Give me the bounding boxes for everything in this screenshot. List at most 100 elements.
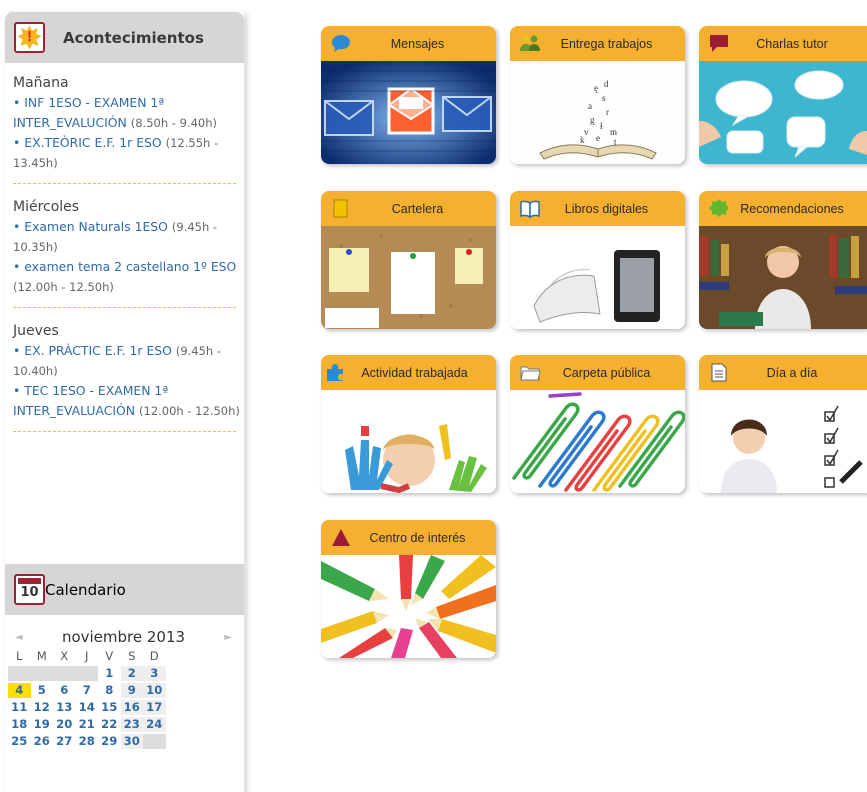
calendar-day[interactable]: 26 xyxy=(31,734,54,749)
calendar-day[interactable]: 14 xyxy=(76,700,99,715)
prev-month-icon[interactable]: ◄ xyxy=(15,632,23,643)
calendar-day[interactable]: 22 xyxy=(98,717,121,732)
tile-actividad-trabajada[interactable]: Actividad trabajada xyxy=(321,355,496,493)
calendar-day[interactable]: 8 xyxy=(98,683,121,698)
event-item[interactable]: • TEC 1ESO - EXAMEN 1ª INTER_EVALUACIÓN … xyxy=(13,381,244,421)
tile-cartelera[interactable]: Cartelera xyxy=(321,191,496,329)
tile-libros-digitales[interactable]: Libros digitales xyxy=(510,191,685,329)
alert-burst-icon: ! xyxy=(17,25,42,50)
svg-text:d: d xyxy=(604,79,609,89)
event-group: Mañana • INF 1ESO - EXAMEN 1ª INTER_EVAL… xyxy=(13,75,244,173)
tile-header: Día a día xyxy=(699,355,867,390)
calendar-day[interactable]: 7 xyxy=(76,683,99,698)
svg-text:m: m xyxy=(610,127,617,137)
tile-carpeta-publica[interactable]: Carpeta pública xyxy=(510,355,685,493)
event-item[interactable]: • Examen Naturals 1ESO (9.45h - 10.35h) xyxy=(13,217,244,257)
event-item[interactable]: • INF 1ESO - EXAMEN 1ª INTER_EVALUCIÓN (… xyxy=(13,93,244,133)
calendar-day[interactable]: 25 xyxy=(8,734,31,749)
events-list: Mañana • INF 1ESO - EXAMEN 1ª INTER_EVAL… xyxy=(5,63,244,432)
tile-header: Cartelera xyxy=(321,191,496,226)
event-title-link[interactable]: • EX.TEÒRIC E.F. 1r ESO xyxy=(13,135,162,150)
calendar-day[interactable]: 21 xyxy=(76,717,99,732)
tile-centro-de-interes[interactable]: Centro de interés xyxy=(321,520,496,658)
event-title-link[interactable]: • Examen Naturals 1ESO xyxy=(13,219,168,234)
weekday-label: J xyxy=(85,649,89,663)
calendar-day[interactable]: 24 xyxy=(143,717,166,732)
calendar-day[interactable]: 18 xyxy=(8,717,31,732)
event-item[interactable]: • EX. PRÀCTIC E.F. 1r ESO (9.45h - 10.40… xyxy=(13,341,244,381)
calendar-title: Calendario xyxy=(45,580,126,599)
calendar-empty-cell xyxy=(75,666,98,681)
tile-header: Carpeta pública xyxy=(510,355,685,390)
weekday-label: V xyxy=(105,649,114,663)
calendar-day[interactable]: 28 xyxy=(76,734,99,749)
event-title-link[interactable]: • EX. PRÀCTIC E.F. 1r ESO xyxy=(13,343,172,358)
svg-text:v: v xyxy=(584,127,589,137)
event-time: (8.50h - 9.40h) xyxy=(130,116,217,130)
calendar-grid: L M X J V S D 1 2 3 4 5 6 7 8 9 10 11 12 13 14 15 16 17 18 19 20 21… xyxy=(8,649,244,749)
actividad-trabajada-image xyxy=(321,390,496,493)
tile-mensajes[interactable]: Mensajes xyxy=(321,26,496,164)
carpeta-publica-image xyxy=(510,390,685,493)
calendar-empty-cell xyxy=(143,734,166,749)
calendar-empty-cell xyxy=(53,666,76,681)
notice-board-icon xyxy=(333,199,348,218)
puzzle-icon xyxy=(327,364,343,381)
calendar-day[interactable]: 2 xyxy=(120,666,143,681)
calendar-day[interactable]: 29 xyxy=(98,734,121,749)
weekday-label: M xyxy=(36,649,47,663)
calendar-day[interactable]: 27 xyxy=(53,734,76,749)
calendar-day[interactable]: 12 xyxy=(31,700,54,715)
calendar-day[interactable]: 15 xyxy=(98,700,121,715)
event-item[interactable]: • examen tema 2 castellano 1º ESO (12.00… xyxy=(13,257,244,297)
star-badge-icon xyxy=(709,199,729,217)
recomendaciones-image xyxy=(699,226,867,329)
tile-recomendaciones[interactable]: Recomendaciones xyxy=(699,191,867,329)
event-divider xyxy=(13,431,236,432)
event-time: (12.00h - 12.50h) xyxy=(139,404,240,418)
tile-entrega-trabajos[interactable]: Entrega trabajos ęsar głvm ektd xyxy=(510,26,685,164)
calendar-day[interactable]: 30 xyxy=(120,734,143,749)
tile-header: Entrega trabajos xyxy=(510,26,685,61)
calendar-day[interactable]: 19 xyxy=(31,717,54,732)
event-divider xyxy=(13,307,236,308)
tile-header: Mensajes xyxy=(321,26,496,61)
calendar-day[interactable]: 1 xyxy=(98,666,121,681)
tile-charlas-tutor[interactable]: Charlas tutor xyxy=(699,26,867,164)
event-day-label: Mañana xyxy=(13,75,69,91)
events-panel-header: ! Acontecimientos xyxy=(5,12,244,63)
dia-a-dia-image xyxy=(699,390,867,493)
sidebar: ! Acontecimientos Mañana • INF 1ESO - EX… xyxy=(5,12,245,792)
calendar-day[interactable]: 6 xyxy=(53,683,76,698)
calendar-day[interactable]: 20 xyxy=(53,717,76,732)
next-month-icon[interactable]: ► xyxy=(224,632,232,643)
entrega-trabajos-image: ęsar głvm ektd xyxy=(510,61,685,164)
svg-text:r: r xyxy=(606,107,609,117)
tile-header: Recomendaciones xyxy=(699,191,867,226)
cartelera-image xyxy=(321,226,496,329)
event-title-link[interactable]: • examen tema 2 castellano 1º ESO xyxy=(13,259,236,274)
calendar-empty-cell xyxy=(8,666,31,681)
calendar-day[interactable]: 23 xyxy=(120,717,143,732)
calendar-day[interactable]: 11 xyxy=(8,700,31,715)
calendar-day[interactable]: 5 xyxy=(31,683,54,698)
event-time: (12.00h - 12.50h) xyxy=(13,280,114,294)
svg-text:a: a xyxy=(588,101,592,111)
event-group: Miércoles • Examen Naturals 1ESO (9.45h … xyxy=(13,199,244,297)
calendar-empty-cell xyxy=(30,666,53,681)
calendar-day[interactable]: 17 xyxy=(143,700,166,715)
calendar-day[interactable]: 9 xyxy=(120,683,143,698)
open-book-icon xyxy=(520,200,540,218)
triangle-icon xyxy=(332,529,350,546)
calendar-day[interactable]: 10 xyxy=(143,683,166,698)
calendar-panel-header: 10 Calendario xyxy=(5,564,244,615)
event-item[interactable]: • EX.TEÒRIC E.F. 1r ESO (12.55h - 13.45h… xyxy=(13,133,244,173)
svg-text:k: k xyxy=(580,135,585,145)
calendar-day-today[interactable]: 4 xyxy=(8,683,31,698)
calendar-day[interactable]: 13 xyxy=(53,700,76,715)
calendar-day[interactable]: 16 xyxy=(120,700,143,715)
tile-dia-a-dia[interactable]: Día a día xyxy=(699,355,867,493)
calendar-day[interactable]: 3 xyxy=(143,666,166,681)
calendar-icon: 10 xyxy=(14,574,45,605)
svg-text:s: s xyxy=(602,93,606,103)
